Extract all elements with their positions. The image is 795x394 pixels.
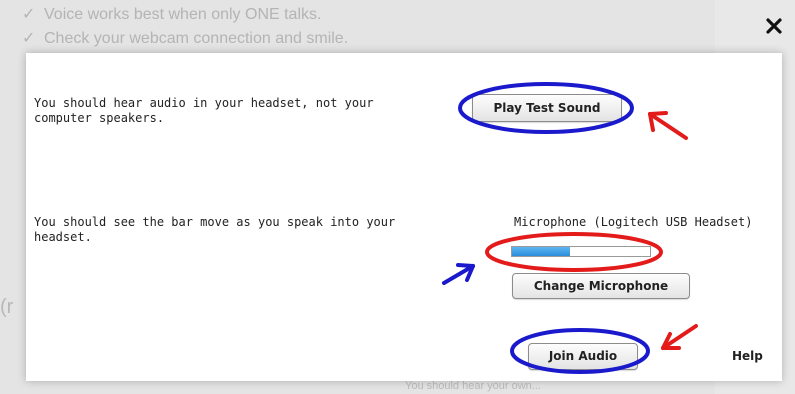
- mic-instruction-text: You should see the bar move as you speak…: [34, 215, 396, 244]
- help-link[interactable]: Help: [732, 349, 763, 363]
- close-icon[interactable]: [762, 14, 786, 38]
- microphone-name-label: Microphone (Logitech USB Headset): [514, 215, 753, 229]
- check-icon: ✓: [22, 30, 36, 47]
- join-audio-button[interactable]: Join Audio: [528, 343, 638, 370]
- background-tip-line: ✓ Voice works best when only ONE talks.: [22, 6, 322, 23]
- microphone-level-meter: [511, 246, 651, 257]
- background-tip-line: ✓ Check your webcam connection and smile.: [22, 30, 349, 47]
- audio-instruction-text: You should hear audio in your headset, n…: [34, 96, 374, 125]
- check-icon: ✓: [22, 6, 36, 23]
- background-fragment: (r: [0, 296, 14, 318]
- microphone-level-fill: [512, 247, 570, 256]
- change-microphone-button[interactable]: Change Microphone: [512, 273, 690, 299]
- background-bottom-text: You should hear your own...: [405, 380, 541, 392]
- play-test-sound-button[interactable]: Play Test Sound: [472, 94, 622, 122]
- audio-setup-dialog: You should hear audio in your headset, n…: [26, 53, 782, 381]
